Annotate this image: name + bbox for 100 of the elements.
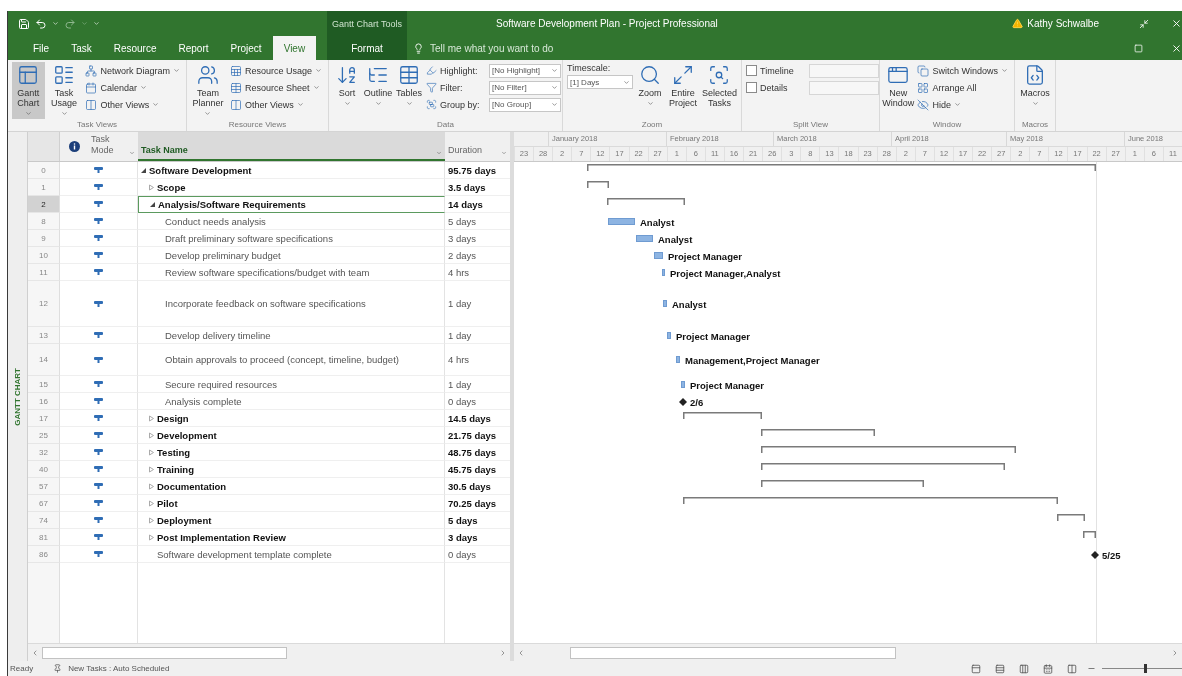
scrollbar-thumb[interactable] [570, 646, 896, 659]
dropdown-field[interactable]: [1] Days [567, 75, 633, 89]
ribbon-button[interactable]: New Window [884, 62, 913, 110]
outline-toggle-icon[interactable] [148, 431, 155, 439]
dropdown-field[interactable] [809, 80, 879, 95]
ribbon-tab[interactable]: Report [167, 36, 220, 60]
row-number[interactable]: 16 [28, 393, 60, 410]
row-number[interactable]: 12 [28, 281, 60, 327]
field-label: Timescale: [567, 63, 612, 73]
outline-toggle-icon[interactable] [148, 414, 155, 422]
save-icon[interactable] [18, 17, 30, 30]
ribbon-button[interactable]: Macros [1019, 62, 1051, 109]
ribbon-tab[interactable]: View [272, 36, 317, 60]
ribbon-button[interactable]: Gantt Chart [12, 62, 45, 119]
group-label: Macros [1021, 119, 1049, 131]
row-number[interactable]: 11 [28, 264, 60, 281]
ribbon-button[interactable]: Zoom [636, 62, 664, 109]
outline-toggle-icon[interactable] [148, 183, 155, 191]
dropdown-field[interactable] [809, 63, 879, 78]
dropdown-field[interactable]: [No Group] [489, 97, 561, 112]
zoom-slider-thumb[interactable] [1144, 664, 1148, 673]
row-number[interactable]: 57 [28, 478, 60, 495]
row-number[interactable]: 1 [28, 179, 60, 196]
task-bar [608, 217, 635, 225]
ribbon-button[interactable]: Resource Sheet [227, 79, 324, 96]
outline-toggle-icon[interactable] [148, 533, 155, 541]
ribbon-button[interactable]: Team Planner [191, 62, 225, 119]
scroll-right-icon[interactable] [1171, 648, 1179, 657]
outline-toggle-icon[interactable] [148, 516, 155, 524]
user-name[interactable]: Kathy Schwalbe [1027, 18, 1099, 29]
customize-caret-icon[interactable] [93, 20, 100, 27]
ribbon-button[interactable]: Switch Windows [915, 62, 1010, 79]
row-number[interactable]: 25 [28, 427, 60, 444]
ribbon-tab[interactable]: Task [60, 36, 103, 60]
ribbon-button[interactable]: Network Diagram [83, 62, 182, 79]
ribbon-button[interactable]: Other Views [83, 96, 182, 113]
code-file-icon [1024, 64, 1046, 86]
scroll-left-icon[interactable] [31, 648, 39, 657]
select-all-cell[interactable] [28, 132, 60, 161]
ribbon-button[interactable]: Selected Tasks [701, 62, 737, 110]
ribbon-button[interactable]: Entire Project [667, 62, 699, 110]
scroll-right-icon[interactable] [499, 648, 507, 657]
row-number[interactable]: 67 [28, 495, 60, 512]
checkbox[interactable] [746, 65, 757, 76]
close-icon[interactable] [1171, 18, 1182, 29]
row-number[interactable]: 10 [28, 247, 60, 264]
row-number[interactable]: 17 [28, 410, 60, 427]
row-number[interactable]: 8 [28, 213, 60, 230]
row-number[interactable]: 40 [28, 461, 60, 478]
row-number[interactable]: 74 [28, 512, 60, 529]
undo-icon[interactable] [35, 17, 47, 30]
task-mode-icon [94, 167, 103, 173]
ribbon-button[interactable]: Hide [915, 96, 1010, 113]
caret-icon[interactable] [52, 20, 59, 27]
ribbon-button[interactable]: Outline [364, 62, 392, 109]
ribbon-button[interactable]: Other Views [227, 96, 324, 113]
ribbon-button[interactable]: Resource Usage [227, 62, 324, 79]
dropdown-field[interactable]: [No Filter] [489, 80, 561, 95]
outline-toggle-icon[interactable] [148, 448, 155, 456]
row-number[interactable]: 0 [28, 162, 60, 179]
column-header[interactable]: Task Name [138, 132, 445, 161]
ribbon-button[interactable]: Sort [333, 62, 361, 109]
restore-icon[interactable] [1134, 43, 1143, 53]
caret-icon [551, 84, 558, 91]
row-number[interactable]: 15 [28, 376, 60, 393]
column-header[interactable]: Duration [445, 132, 510, 161]
scroll-left-icon[interactable] [517, 648, 525, 657]
outline-toggle-icon[interactable] [148, 465, 155, 473]
status-text[interactable]: New Tasks : Auto Scheduled [68, 664, 170, 673]
ribbon-tab[interactable]: File [22, 36, 61, 60]
row-number[interactable]: 13 [28, 327, 60, 344]
ribbon-tab[interactable]: Project [219, 36, 273, 60]
selected-cell[interactable]: Analysis/Software Requirements [138, 196, 445, 213]
redo-icon[interactable] [64, 17, 76, 30]
caret-icon[interactable] [81, 20, 88, 27]
outline-toggle-icon[interactable] [148, 482, 155, 490]
magnifier-icon [639, 64, 661, 86]
dropdown-field[interactable]: [No Highlight] [489, 63, 561, 78]
checkbox[interactable] [746, 82, 757, 93]
column-header[interactable]: Task Mode [88, 132, 138, 161]
ribbon-tab[interactable]: Resource [102, 36, 168, 60]
tell-me-field[interactable]: Tell me what you want to do [428, 41, 628, 55]
row-number[interactable]: 14 [28, 344, 60, 376]
outline-toggle-icon[interactable] [149, 201, 156, 208]
row-number[interactable]: 2 [28, 196, 60, 213]
row-number[interactable]: 81 [28, 529, 60, 546]
row-number[interactable]: 86 [28, 546, 60, 563]
outline-toggle-icon[interactable] [148, 499, 155, 507]
ribbon-button[interactable]: Arrange All [915, 79, 1010, 96]
ribbon-button[interactable]: Calendar [83, 79, 182, 96]
task-mode-icon [94, 398, 103, 404]
close-icon[interactable] [1171, 42, 1182, 54]
outline-toggle-icon[interactable] [140, 166, 147, 174]
ribbon-button[interactable]: Tables [395, 62, 423, 109]
task-mode-icon [94, 534, 103, 540]
ribbon-button[interactable]: Task Usage [47, 62, 81, 119]
checkbox-label: Details [760, 82, 789, 93]
row-number[interactable]: 32 [28, 444, 60, 461]
scrollbar-thumb[interactable] [42, 646, 287, 659]
row-number[interactable]: 9 [28, 230, 60, 247]
